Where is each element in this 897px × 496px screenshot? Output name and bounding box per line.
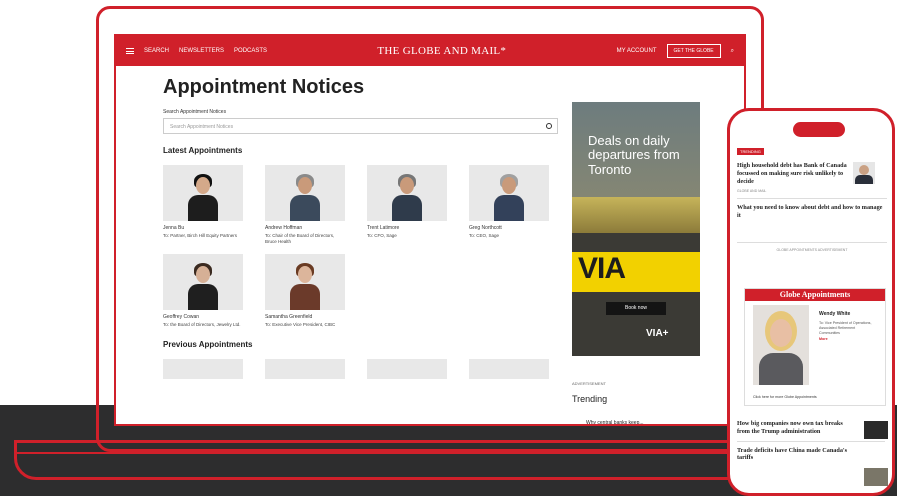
portrait-photo bbox=[163, 253, 243, 310]
previous-appointments-row bbox=[163, 358, 558, 379]
ad-headline: Deals on daily departures from Toronto bbox=[588, 133, 680, 177]
headline-thumbnail bbox=[864, 421, 888, 439]
promo-composite: SEARCH NEWSLETTERS PODCASTS THE GLOBE AN… bbox=[0, 0, 897, 496]
advertisement-label: ADVERTISEMENT bbox=[572, 381, 606, 386]
more-appointments-link[interactable]: Click here for more Globe Appointments bbox=[753, 395, 817, 399]
phone-headline-2[interactable]: What you need to know about debt and how… bbox=[737, 204, 887, 220]
phone-headline-3[interactable]: How big companies now own tax breaks fro… bbox=[737, 420, 855, 436]
my-account-link[interactable]: MY ACCOUNT bbox=[617, 48, 657, 54]
previous-photo[interactable] bbox=[469, 358, 549, 379]
page-title: Appointment Notices bbox=[163, 76, 365, 98]
appointee-role: To: Executive Vice President, CIBC bbox=[265, 321, 336, 327]
via-rail-ad[interactable]: Deals on daily departures from Toronto V… bbox=[572, 102, 700, 356]
portrait-photo bbox=[265, 253, 345, 310]
more-link[interactable]: More bbox=[819, 337, 828, 341]
divider bbox=[737, 440, 885, 442]
appointment-card[interactable]: Geoffrey Cowan To: the Board of Director… bbox=[163, 253, 243, 328]
portrait-photo bbox=[265, 165, 345, 221]
headline-meta: GLOBE AND MAIL bbox=[737, 189, 767, 194]
appointee-portrait bbox=[753, 305, 809, 385]
laptop-base-outline bbox=[14, 440, 814, 480]
appointee-role: To: Vice President of Operations, Associ… bbox=[819, 321, 872, 341]
appointment-card[interactable]: Samantha Greenfield To: Executive Vice P… bbox=[265, 253, 345, 328]
subscribe-button[interactable]: GET THE GLOBE bbox=[666, 44, 721, 58]
trending-heading: Trending bbox=[572, 394, 608, 404]
nav-newsletters-link[interactable]: NEWSLETTERS bbox=[179, 48, 224, 54]
phone-headline-1[interactable]: High household debt has Bank of Canada f… bbox=[737, 162, 847, 185]
nav-podcasts-link[interactable]: PODCASTS bbox=[234, 48, 267, 54]
top-nav-bar: SEARCH NEWSLETTERS PODCASTS THE GLOBE AN… bbox=[116, 36, 744, 66]
appointment-card[interactable]: Trent Latimore To: CFO, Sage bbox=[367, 165, 447, 246]
laptop-hinge-line bbox=[14, 452, 814, 454]
previous-photo[interactable] bbox=[163, 358, 243, 379]
trending-item[interactable]: Why central banks keep... bbox=[586, 420, 644, 424]
appointee-name[interactable]: Geoffrey Cowan bbox=[163, 314, 243, 320]
headline-thumbnail bbox=[864, 468, 888, 486]
appointee-name[interactable]: Andrew Hoffman bbox=[265, 225, 345, 231]
ad-train-image bbox=[572, 197, 700, 233]
phone-headline-4[interactable]: Trade deficits have China made Canada's … bbox=[737, 447, 855, 463]
trending-tag: TRENDING bbox=[737, 148, 764, 155]
portrait-photo bbox=[469, 165, 549, 221]
appointment-card[interactable]: Jenna Bu To: Partner, Birch Hill Equity … bbox=[163, 165, 243, 246]
portrait-photo bbox=[367, 165, 447, 221]
appointment-card[interactable]: Greg Northcott To: CEO, Sage bbox=[469, 165, 549, 246]
appointee-role: To: Partner, Birch Hill Equity Partners bbox=[163, 233, 238, 238]
search-icon[interactable] bbox=[546, 123, 552, 129]
portrait-photo bbox=[163, 165, 243, 221]
phone-ad-label: GLOBE APPOINTMENTS ADVERTISEMENT bbox=[776, 247, 848, 252]
latest-appointments-heading: Latest Appointments bbox=[163, 146, 243, 155]
divider bbox=[737, 241, 887, 243]
appointee-role: To: CFO, Sage bbox=[367, 233, 397, 238]
nav-left-group: SEARCH NEWSLETTERS PODCASTS bbox=[126, 48, 267, 54]
search-label: Search Appointment Notices bbox=[163, 109, 227, 115]
appointee-name[interactable]: Trent Latimore bbox=[367, 225, 447, 231]
divider bbox=[737, 198, 887, 200]
menu-icon[interactable] bbox=[126, 48, 134, 54]
globe-appointments-title: Globe Appointments bbox=[745, 289, 885, 301]
appointee-name[interactable]: Greg Northcott bbox=[469, 225, 549, 231]
main-content: Appointment Notices Search Appointment N… bbox=[163, 76, 558, 379]
phone-notch bbox=[793, 122, 845, 137]
search-icon[interactable]: ⌕ bbox=[731, 48, 734, 55]
appointee-name[interactable]: Jenna Bu bbox=[163, 225, 243, 231]
site-logo[interactable]: THE GLOBE AND MAIL* bbox=[267, 45, 617, 57]
appointee-role: To: the Board of Directors, Jewelry Ltd. bbox=[163, 321, 241, 327]
search-placeholder: Search Appointment Notices bbox=[170, 124, 234, 130]
laptop-screen: SEARCH NEWSLETTERS PODCASTS THE GLOBE AN… bbox=[114, 34, 746, 426]
appointee-name[interactable]: Wendy White bbox=[819, 311, 850, 317]
previous-photo[interactable] bbox=[367, 358, 447, 379]
globe-appointments-box[interactable]: Globe Appointments Wendy White To: Vice … bbox=[744, 288, 886, 406]
appointee-role: To: CEO, Sage bbox=[469, 233, 500, 238]
previous-appointments-heading: Previous Appointments bbox=[163, 339, 253, 349]
ad-brand: VIA bbox=[578, 252, 626, 285]
appointment-card[interactable]: Andrew Hoffman To: Chair of the Board of… bbox=[265, 165, 345, 246]
ad-book-button[interactable]: Book now bbox=[606, 302, 666, 315]
ad-logo: VIA+ bbox=[646, 328, 669, 339]
appointee-name[interactable]: Samantha Greenfield bbox=[265, 314, 345, 320]
appointee-role: To: Chair of the Board of Directors, Bru… bbox=[265, 233, 335, 245]
phone-content: TRENDING High household debt has Bank of… bbox=[737, 140, 887, 252]
nav-search-link[interactable]: SEARCH bbox=[144, 48, 169, 54]
previous-photo[interactable] bbox=[265, 358, 345, 379]
appointments-grid: Jenna Bu To: Partner, Birch Hill Equity … bbox=[163, 165, 558, 328]
nav-right-group: MY ACCOUNT GET THE GLOBE ⌕ bbox=[617, 44, 734, 58]
phone-lower-headlines: How big companies now own tax breaks fro… bbox=[737, 420, 885, 462]
search-input[interactable]: Search Appointment Notices bbox=[163, 118, 558, 134]
headline-thumbnail bbox=[853, 162, 875, 184]
